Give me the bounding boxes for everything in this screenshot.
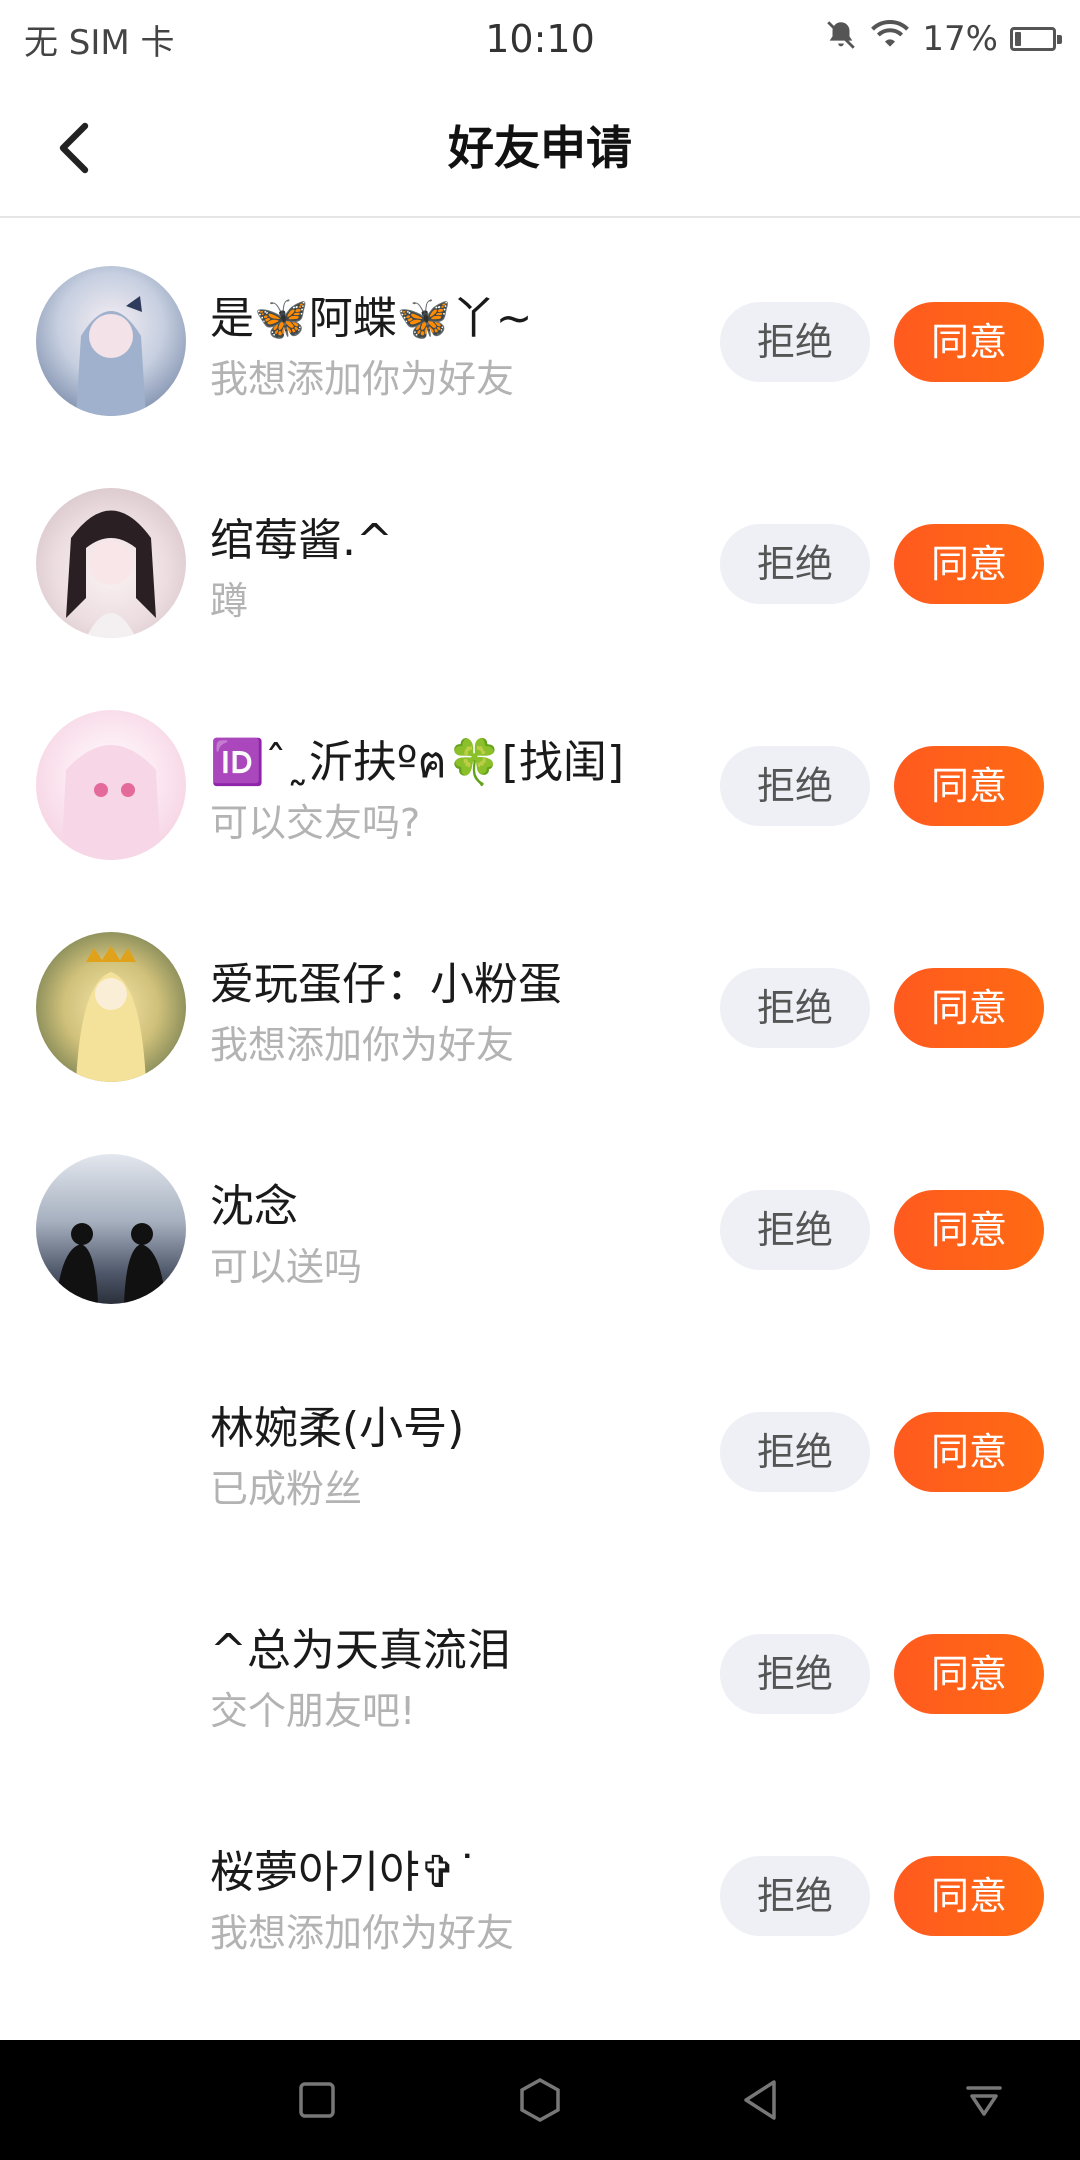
requester-name: 爱玩蛋仔：小粉蛋 bbox=[210, 959, 562, 1010]
request-message: 可以交友吗? bbox=[210, 801, 421, 845]
carrier-label: 无 SIM 卡 bbox=[24, 22, 175, 63]
requester-name: 沈念 bbox=[210, 1181, 298, 1232]
triangle-back-icon bbox=[744, 2080, 776, 2120]
reject-button[interactable]: 拒绝 bbox=[720, 746, 870, 826]
recents-button[interactable] bbox=[277, 2060, 357, 2140]
accept-button[interactable]: 同意 bbox=[894, 302, 1044, 382]
reject-button[interactable]: 拒绝 bbox=[720, 1856, 870, 1936]
square-icon bbox=[299, 2082, 335, 2118]
request-row: ^总为天真流泪 交个朋友吧! 拒绝 同意 bbox=[0, 1550, 1080, 1772]
status-bar: 无 SIM 卡 10:10 17% bbox=[0, 0, 1080, 78]
wifi-icon bbox=[870, 18, 910, 61]
request-message: 已成粉丝 bbox=[210, 1467, 363, 1511]
reject-button[interactable]: 拒绝 bbox=[720, 1412, 870, 1492]
avatar[interactable] bbox=[36, 1820, 186, 1970]
requester-name: ^总为天真流泪 bbox=[210, 1625, 511, 1676]
request-message: 我想添加你为好友 bbox=[210, 1911, 515, 1955]
chevron-left-icon bbox=[59, 122, 89, 174]
battery-percent: 17% bbox=[922, 19, 998, 59]
reject-button[interactable]: 拒绝 bbox=[720, 968, 870, 1048]
system-nav-bar bbox=[0, 2040, 1080, 2160]
requester-name: 是🦋阿蝶🦋丫~ bbox=[210, 293, 533, 344]
request-row: 桜夢아기야✞˙ 我想添加你为好友 拒绝 同意 bbox=[0, 1772, 1080, 1994]
request-row: 爱玩蛋仔：小粉蛋 我想添加你为好友 拒绝 同意 bbox=[0, 884, 1080, 1106]
request-message: 我想添加你为好友 bbox=[210, 1023, 515, 1067]
reject-button[interactable]: 拒绝 bbox=[720, 1190, 870, 1270]
notification-pulldown-button[interactable] bbox=[944, 2060, 1024, 2140]
request-row: 是🦋阿蝶🦋丫~ 我想添加你为好友 拒绝 同意 bbox=[0, 218, 1080, 440]
back-nav-button[interactable] bbox=[720, 2060, 800, 2140]
requester-name: 绾莓酱.^ bbox=[210, 515, 393, 566]
requester-name: 林婉柔(小号) bbox=[210, 1403, 465, 1454]
request-row: 沈念 可以送吗 拒绝 同意 bbox=[0, 1106, 1080, 1328]
accept-button[interactable]: 同意 bbox=[894, 746, 1044, 826]
friend-request-list: 是🦋阿蝶🦋丫~ 我想添加你为好友 拒绝 同意 绾莓酱.^ 蹲 拒绝 同意 🆔ˆ˷… bbox=[0, 218, 1080, 1994]
page-title: 好友申请 bbox=[448, 121, 632, 175]
battery-level bbox=[1015, 32, 1021, 46]
accept-button[interactable]: 同意 bbox=[894, 968, 1044, 1048]
request-message: 蹲 bbox=[210, 579, 249, 623]
reject-button[interactable]: 拒绝 bbox=[720, 302, 870, 382]
request-message: 交个朋友吧! bbox=[210, 1689, 416, 1733]
status-icons: 17% bbox=[824, 18, 1062, 61]
back-button[interactable] bbox=[40, 113, 110, 183]
accept-button[interactable]: 同意 bbox=[894, 1856, 1044, 1936]
accept-button[interactable]: 同意 bbox=[894, 524, 1044, 604]
accept-button[interactable]: 同意 bbox=[894, 1190, 1044, 1270]
reject-button[interactable]: 拒绝 bbox=[720, 1634, 870, 1714]
accept-button[interactable]: 同意 bbox=[894, 1412, 1044, 1492]
avatar[interactable] bbox=[36, 932, 186, 1082]
pulldown-icon bbox=[966, 2086, 1002, 2116]
avatar[interactable] bbox=[36, 1376, 186, 1526]
hexagon-icon bbox=[520, 2077, 560, 2123]
requester-name: 桜夢아기야✞˙ bbox=[210, 1847, 479, 1898]
avatar[interactable] bbox=[36, 488, 186, 638]
request-row: 🆔ˆ˷沂扶ºฅ🍀[找闺] 可以交友吗? 拒绝 同意 bbox=[0, 662, 1080, 884]
mute-bell-icon bbox=[824, 18, 858, 61]
avatar[interactable] bbox=[36, 266, 186, 416]
reject-button[interactable]: 拒绝 bbox=[720, 524, 870, 604]
request-message: 可以送吗 bbox=[210, 1245, 363, 1289]
request-row: 绾莓酱.^ 蹲 拒绝 同意 bbox=[0, 440, 1080, 662]
request-message: 我想添加你为好友 bbox=[210, 357, 515, 401]
avatar[interactable] bbox=[36, 1154, 186, 1304]
battery-icon bbox=[1010, 27, 1062, 51]
accept-button[interactable]: 同意 bbox=[894, 1634, 1044, 1714]
requester-name: 🆔ˆ˷沂扶ºฅ🍀[找闺] bbox=[210, 737, 625, 788]
top-bar: 好友申请 bbox=[0, 78, 1080, 218]
avatar[interactable] bbox=[36, 710, 186, 860]
request-row: 林婉柔(小号) 已成粉丝 拒绝 同意 bbox=[0, 1328, 1080, 1550]
home-button[interactable] bbox=[500, 2060, 580, 2140]
avatar[interactable] bbox=[36, 1598, 186, 1748]
